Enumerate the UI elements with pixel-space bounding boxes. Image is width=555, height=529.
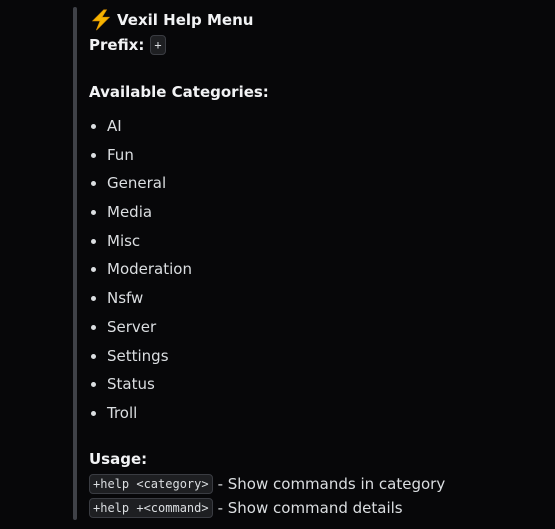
category-label: Fun (107, 145, 134, 164)
category-list: AI Fun General Media Misc Moderation Nsf… (89, 112, 192, 428)
category-label: Nsfw (107, 289, 144, 308)
list-item: Status (89, 370, 192, 399)
category-label: Moderation (107, 260, 192, 279)
usage-line: +help +<command> - Show command details (89, 497, 403, 519)
lightning-bolt-icon (91, 9, 111, 31)
list-item: Settings (89, 342, 192, 371)
categories-heading: Available Categories: (89, 83, 269, 101)
bullet-icon (91, 353, 96, 359)
bullet-icon (91, 267, 96, 273)
category-label: AI (107, 117, 122, 135)
list-item: Nsfw (89, 284, 192, 313)
prefix-value: + (150, 35, 166, 55)
list-item: Misc (89, 227, 192, 256)
usage-heading: Usage: (89, 450, 148, 468)
embed-accent-bar (73, 7, 77, 520)
category-label: Status (107, 375, 155, 394)
usage-line: +help <category> - Show commands in cate… (89, 473, 445, 495)
bullet-icon (91, 410, 96, 416)
category-label: General (107, 174, 167, 193)
list-item: AI (89, 112, 192, 141)
bullet-icon (91, 152, 96, 158)
bullet-icon (91, 210, 96, 216)
category-label: Troll (107, 403, 138, 422)
usage-description: - Show command details (217, 499, 403, 517)
list-item: Fun (89, 141, 192, 170)
bullet-icon (91, 238, 96, 244)
list-item: Troll (89, 399, 192, 428)
bullet-icon (91, 181, 96, 187)
category-label: Misc (107, 231, 141, 250)
prefix-label: Prefix: (89, 36, 145, 54)
list-item: Server (89, 313, 192, 342)
usage-code: +help +<command> (89, 498, 213, 518)
help-embed: Vexil Help Menu Prefix: + Available Cate… (73, 7, 513, 520)
usage-code: +help <category> (89, 474, 213, 494)
prefix-row: Prefix: + (89, 35, 166, 55)
category-label: Settings (107, 346, 169, 365)
usage-description: - Show commands in category (217, 475, 446, 493)
bullet-icon (91, 124, 96, 129)
bullet-icon (91, 382, 96, 388)
bullet-icon (91, 324, 96, 330)
list-item: Moderation (89, 255, 192, 284)
embed-title: Vexil Help Menu (117, 11, 254, 29)
list-item: Media (89, 198, 192, 227)
bullet-icon (91, 296, 96, 302)
category-label: Media (107, 203, 153, 222)
list-item: General (89, 169, 192, 198)
embed-title-row: Vexil Help Menu (89, 9, 253, 31)
category-label: Server (107, 317, 157, 336)
